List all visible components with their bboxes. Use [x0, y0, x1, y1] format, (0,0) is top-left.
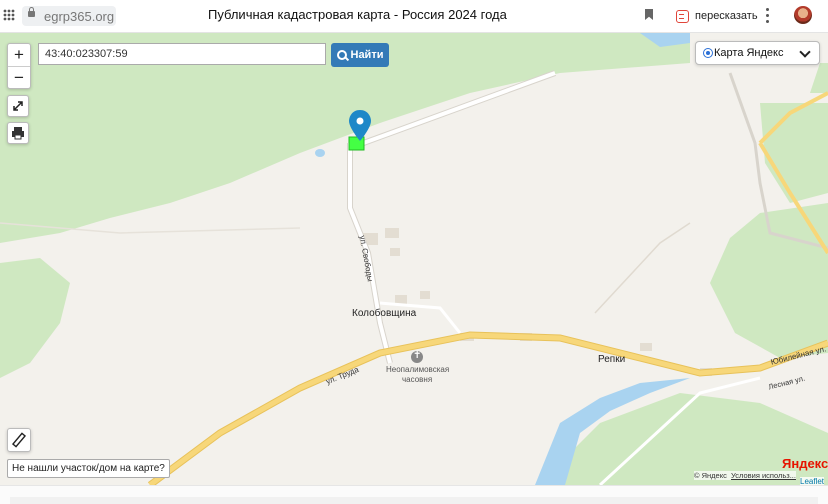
ruler-icon — [11, 432, 27, 448]
avatar[interactable] — [794, 6, 812, 24]
page-bottom — [0, 485, 828, 504]
attribution-text: © Яндекс Условия использ... — [694, 471, 796, 480]
location-marker-icon — [349, 110, 371, 141]
not-found-link[interactable]: Не нашли участок/дом на карте? — [7, 459, 170, 478]
village-label: Колобовщина — [352, 308, 417, 319]
measure-button[interactable] — [7, 428, 31, 452]
page-title: Публичная кадастровая карта - Россия 202… — [208, 7, 507, 22]
terms-link[interactable]: Условия использ... — [731, 471, 796, 480]
cadastral-search-input[interactable]: 43:40:023307:59 — [38, 43, 326, 65]
zoom-in-button[interactable]: + — [8, 44, 30, 66]
forest-area — [810, 63, 828, 93]
zoom-out-button[interactable]: − — [8, 66, 30, 89]
forest-area — [0, 258, 70, 378]
parcel-polygon — [348, 136, 365, 151]
retell-button[interactable]: пересказать — [676, 7, 758, 25]
layer-select[interactable]: Карта Яндекс — [695, 41, 820, 65]
map-view[interactable]: Колобовщина Репки ул. Свободы ул. Труда … — [0, 33, 828, 485]
lock-icon — [28, 7, 35, 17]
chapel-icon[interactable] — [411, 350, 423, 363]
yandex-logo: Яндекс — [782, 456, 828, 471]
water-pond — [315, 149, 325, 157]
bookmark-icon[interactable] — [645, 9, 653, 20]
print-icon — [12, 127, 24, 140]
retell-icon — [676, 9, 689, 23]
url-text: egrp365.org — [44, 9, 115, 24]
retell-label: пересказать — [695, 10, 758, 22]
expand-icon — [13, 101, 23, 111]
chapel-label-line1: Неопалимовская — [386, 365, 450, 374]
menu-icon[interactable] — [766, 8, 769, 23]
print-button[interactable] — [7, 122, 29, 144]
leaflet-link[interactable]: Leaflet — [800, 477, 825, 485]
zoom-control: + − — [7, 43, 31, 89]
fullscreen-button[interactable] — [7, 95, 29, 117]
forest-area — [760, 103, 828, 203]
search-button[interactable]: Найти — [331, 43, 389, 67]
village-label-repki: Репки — [598, 354, 626, 365]
dots-icon[interactable] — [2, 8, 16, 22]
radio-icon — [703, 48, 713, 58]
chevron-down-icon — [799, 46, 811, 58]
layer-select-value: Карта Яндекс — [714, 47, 784, 59]
search-button-label: Найти — [350, 49, 384, 61]
chapel-label-line2: часовня — [402, 375, 433, 384]
map-canvas — [0, 33, 828, 485]
search-icon — [336, 50, 347, 60]
address-bar[interactable]: egrp365.org — [22, 6, 116, 26]
browser-bar: egrp365.org Публичная кадастровая карта … — [0, 0, 828, 33]
